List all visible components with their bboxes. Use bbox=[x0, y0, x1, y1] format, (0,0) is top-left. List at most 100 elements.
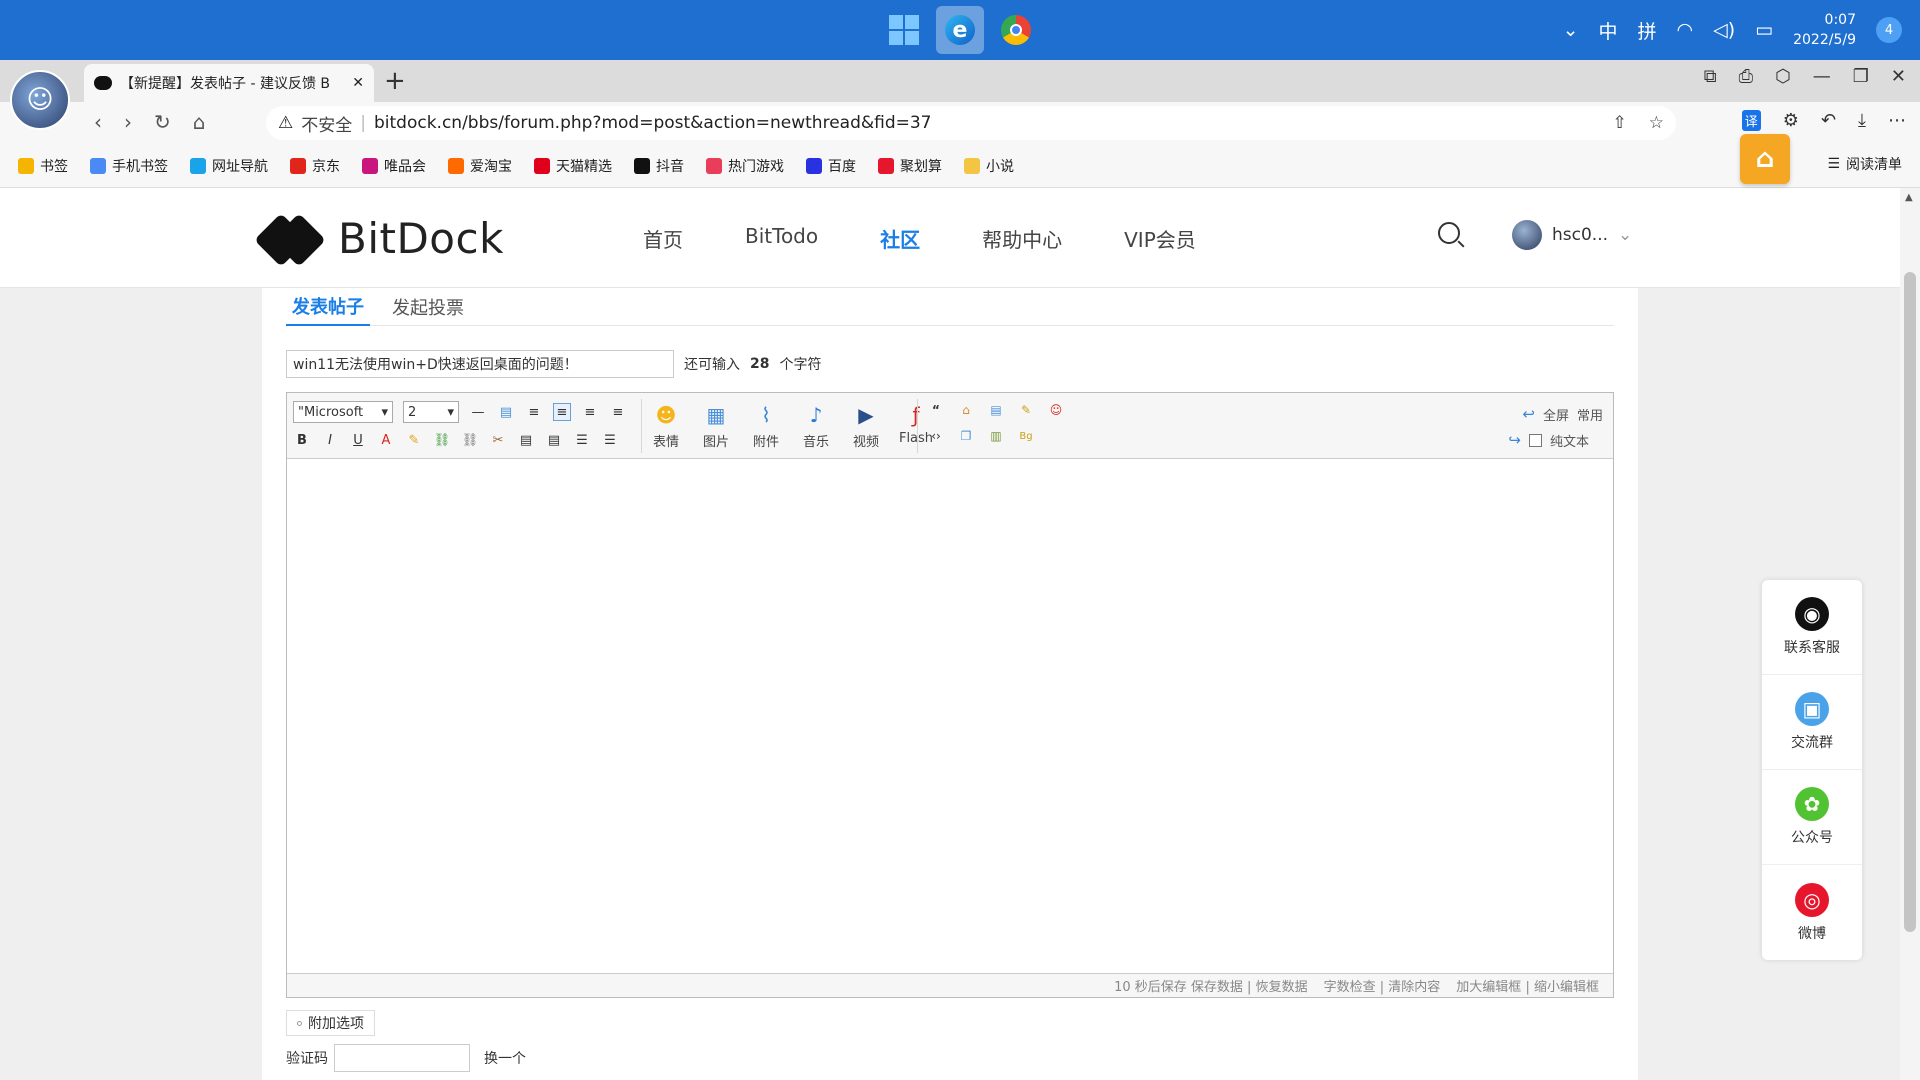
clear-format-icon[interactable]: ✂ bbox=[489, 431, 507, 449]
unordered-list-icon[interactable]: ☰ bbox=[601, 431, 619, 449]
undo-icon[interactable]: ↶ bbox=[1821, 110, 1836, 131]
bookmark-item[interactable]: 爱淘宝 bbox=[448, 156, 512, 176]
clear-content-link[interactable]: 清除内容 bbox=[1388, 980, 1440, 995]
word-count-link[interactable]: 字数检查 bbox=[1324, 980, 1376, 995]
shrink-editor-link[interactable]: 缩小编辑框 bbox=[1534, 980, 1599, 995]
nav-item[interactable]: VIP会员 bbox=[1124, 224, 1196, 253]
bookmark-item[interactable]: 网址导航 bbox=[190, 156, 268, 176]
float-weibo-button[interactable]: ◎ 微博 bbox=[1762, 865, 1862, 960]
nav-item[interactable]: 帮助中心 bbox=[982, 224, 1062, 253]
float-wechat-official-button[interactable]: ✿ 公众号 bbox=[1762, 770, 1862, 865]
url-text[interactable]: bitdock.cn/bbs/forum.php?mod=post&action… bbox=[374, 113, 932, 133]
wifi-icon[interactable]: ◠ bbox=[1677, 19, 1694, 41]
align-justify-icon[interactable]: ≡ bbox=[553, 403, 571, 421]
bookmark-item[interactable]: 百度 bbox=[806, 156, 856, 176]
notification-badge[interactable]: 4 bbox=[1876, 17, 1902, 43]
post-type-tab[interactable]: 发表帖子 bbox=[286, 288, 370, 326]
common-button[interactable]: 常用 bbox=[1577, 405, 1603, 424]
insert-attachment-button[interactable]: ⌇ 附件 bbox=[749, 401, 783, 450]
refresh-icon[interactable]: ↻ bbox=[154, 110, 171, 134]
extension-badge-icon[interactable]: ⌂ bbox=[1740, 134, 1790, 184]
extension-puzzle-icon[interactable]: ⬡ bbox=[1775, 66, 1791, 87]
tray-overflow-chevron-icon[interactable]: ⌄ bbox=[1563, 19, 1579, 41]
insert-emoji-button[interactable]: ☻ 表情 bbox=[649, 401, 683, 450]
float-right-icon[interactable]: ▤ bbox=[545, 431, 563, 449]
volume-icon[interactable]: ◁) bbox=[1713, 19, 1735, 41]
highlight-icon[interactable]: ✎ bbox=[405, 431, 423, 449]
editor-body[interactable] bbox=[287, 459, 1613, 973]
free-content-icon[interactable]: ⌂ bbox=[957, 401, 975, 419]
download-icon[interactable]: ⤓ bbox=[1858, 110, 1866, 131]
restore-data-link[interactable]: 恢复数据 bbox=[1256, 980, 1308, 995]
float-chat-group-button[interactable]: ▣ 交流群 bbox=[1762, 675, 1862, 770]
print-icon[interactable]: ⎙ bbox=[1739, 66, 1753, 87]
background-icon[interactable]: Bg bbox=[1017, 427, 1035, 445]
start-button[interactable] bbox=[880, 6, 928, 54]
close-window-button[interactable]: ✕ bbox=[1891, 66, 1906, 87]
underline-icon[interactable]: U bbox=[349, 431, 367, 449]
captcha-input[interactable] bbox=[334, 1044, 470, 1072]
italic-icon[interactable]: I bbox=[321, 431, 339, 449]
browser-profile-avatar[interactable]: ☺ bbox=[10, 70, 70, 130]
bookmark-item[interactable]: 手机书签 bbox=[90, 156, 168, 176]
bookmark-item[interactable]: 小说 bbox=[964, 156, 1014, 176]
forward-icon[interactable]: › bbox=[124, 110, 132, 134]
bookmark-item[interactable]: 热门游戏 bbox=[706, 156, 784, 176]
search-icon[interactable] bbox=[1438, 222, 1460, 244]
page-break-icon[interactable]: ▤ bbox=[987, 401, 1005, 419]
favorite-star-icon[interactable]: ☆ bbox=[1649, 113, 1664, 133]
link-icon[interactable]: ⛓ bbox=[433, 431, 451, 449]
quote-icon[interactable]: “ bbox=[927, 401, 945, 419]
extensions-icon[interactable]: ⚙ bbox=[1783, 110, 1799, 131]
ime-pinyin-indicator[interactable]: 拼 bbox=[1638, 17, 1657, 44]
tab-actions-icon[interactable]: ⧉ bbox=[1704, 66, 1717, 87]
nav-item[interactable]: 首页 bbox=[643, 224, 683, 253]
align-right-icon[interactable]: ≡ bbox=[609, 403, 627, 421]
save-data-link[interactable]: 保存数据 bbox=[1191, 980, 1243, 995]
bookmark-item[interactable]: 聚划算 bbox=[878, 156, 942, 176]
qq-icon[interactable]: ☺ bbox=[1047, 401, 1065, 419]
float-qq-support-button[interactable]: ◉ 联系客服 bbox=[1762, 580, 1862, 675]
plaintext-checkbox[interactable] bbox=[1528, 433, 1542, 447]
insert-image-button[interactable]: ▦ 图片 bbox=[699, 401, 733, 450]
nav-item[interactable]: 社区 bbox=[880, 224, 920, 253]
share-icon[interactable]: ⇧ bbox=[1613, 113, 1627, 133]
bookmark-item[interactable]: 唯品会 bbox=[362, 156, 426, 176]
float-left-icon[interactable]: ▤ bbox=[517, 431, 535, 449]
user-menu[interactable]: hsc0... ⌄ bbox=[1512, 220, 1632, 250]
bold-icon[interactable]: B bbox=[293, 431, 311, 449]
post-type-tab[interactable]: 发起投票 bbox=[386, 288, 470, 326]
post-title-input[interactable] bbox=[286, 350, 674, 378]
minimize-button[interactable]: — bbox=[1813, 66, 1831, 87]
scroll-up-icon[interactable]: ▲ bbox=[1905, 192, 1913, 203]
bookmark-item[interactable]: 书签 bbox=[18, 156, 68, 176]
password-icon[interactable]: ✎ bbox=[1017, 401, 1035, 419]
browser-tab-active[interactable]: 【新提醒】发表帖子 - 建议反馈 B ✕ bbox=[84, 64, 374, 102]
fullscreen-button[interactable]: 全屏 bbox=[1543, 405, 1569, 424]
new-tab-button[interactable]: + bbox=[384, 66, 406, 96]
back-icon[interactable]: ‹ bbox=[94, 110, 102, 134]
align-center-icon[interactable]: ≡ bbox=[581, 403, 599, 421]
code-icon[interactable]: ‹› bbox=[927, 427, 945, 445]
undo-arrow-icon[interactable]: ↩ bbox=[1522, 405, 1535, 423]
ime-mode-indicator[interactable]: 中 bbox=[1599, 17, 1618, 44]
home-icon[interactable]: ⌂ bbox=[193, 110, 206, 134]
copy-format-icon[interactable]: ❐ bbox=[957, 427, 975, 445]
taskbar-clock[interactable]: 0:07 2022/5/9 bbox=[1793, 10, 1856, 50]
font-family-select[interactable]: "Microsoft ▾ bbox=[293, 401, 393, 423]
reading-list-button[interactable]: ☰ 阅读清单 bbox=[1827, 154, 1902, 174]
align-left-icon[interactable]: ≡ bbox=[525, 403, 543, 421]
bookmark-item[interactable]: 抖音 bbox=[634, 156, 684, 176]
table-icon[interactable]: ▤ bbox=[497, 403, 515, 421]
redo-arrow-icon[interactable]: ↪ bbox=[1508, 431, 1521, 449]
extra-options-toggle[interactable]: 附加选项 bbox=[286, 1010, 375, 1036]
bitdock-logo[interactable]: BitDock bbox=[254, 212, 504, 267]
insert-music-button[interactable]: ♪ 音乐 bbox=[799, 401, 833, 450]
ordered-list-icon[interactable]: ☰ bbox=[573, 431, 591, 449]
font-color-icon[interactable]: A bbox=[377, 431, 395, 449]
horizontal-rule-icon[interactable]: — bbox=[469, 403, 487, 421]
nav-item[interactable]: BitTodo bbox=[745, 224, 818, 253]
columns-icon[interactable]: ▥ bbox=[987, 427, 1005, 445]
insert-video-button[interactable]: ▶ 视频 bbox=[849, 401, 883, 450]
unlink-icon[interactable]: ⛓ bbox=[461, 431, 479, 449]
